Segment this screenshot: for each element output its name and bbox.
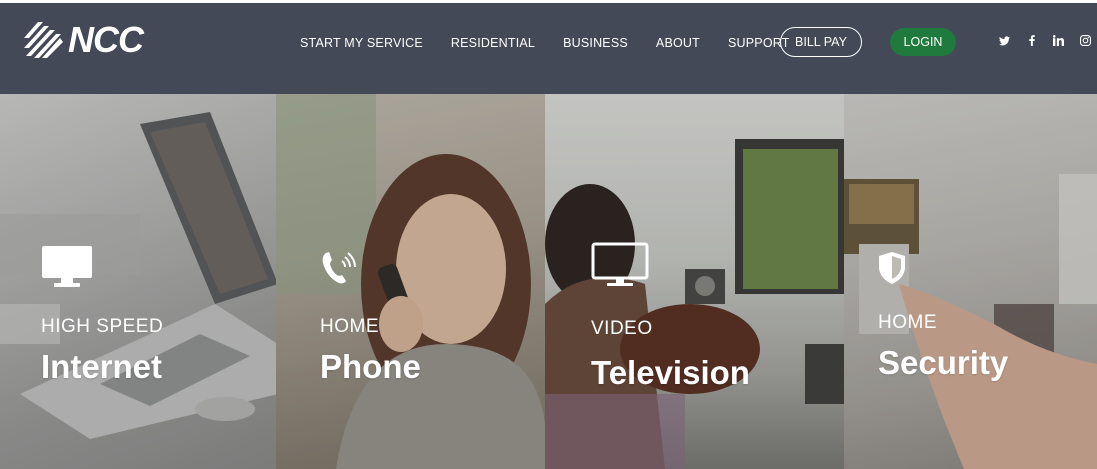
panel-title: Phone bbox=[320, 348, 421, 385]
nav-business[interactable]: BUSINESS bbox=[563, 36, 628, 50]
instagram-icon[interactable] bbox=[1079, 33, 1092, 48]
panel-shade bbox=[276, 94, 545, 469]
panel-title: Internet bbox=[41, 348, 163, 385]
nav-about[interactable]: ABOUT bbox=[656, 36, 700, 50]
logo[interactable]: NCC bbox=[22, 18, 144, 62]
panel-title: Security bbox=[878, 344, 1009, 381]
page: NCC START MY SERVICE RESIDENTIAL BUSINES… bbox=[0, 0, 1097, 469]
twitter-icon[interactable] bbox=[998, 33, 1011, 48]
site-header: NCC START MY SERVICE RESIDENTIAL BUSINES… bbox=[0, 0, 1097, 94]
panel-kicker: HIGH SPEED bbox=[41, 316, 164, 337]
linkedin-icon[interactable] bbox=[1052, 33, 1065, 48]
panel-phone[interactable]: HOME Phone bbox=[276, 94, 545, 469]
panel-kicker: HOME bbox=[878, 312, 937, 333]
phone-icon bbox=[322, 252, 356, 284]
panel-television[interactable]: VIDEO Television bbox=[545, 94, 844, 469]
facebook-icon[interactable] bbox=[1025, 33, 1038, 48]
ncc-striped-logo-icon bbox=[24, 22, 63, 58]
nav-residential[interactable]: RESIDENTIAL bbox=[451, 36, 535, 50]
panel-kicker: VIDEO bbox=[591, 318, 653, 339]
shield-icon bbox=[879, 252, 905, 284]
main-nav: START MY SERVICE RESIDENTIAL BUSINESS AB… bbox=[300, 31, 818, 55]
nav-start-my-service[interactable]: START MY SERVICE bbox=[300, 36, 423, 50]
bill-pay-button[interactable]: BILL PAY bbox=[780, 27, 862, 57]
panel-title: Television bbox=[591, 354, 750, 391]
monitor-icon bbox=[42, 246, 92, 287]
panel-internet[interactable]: HIGH SPEED Internet bbox=[0, 94, 276, 469]
panel-kicker: HOME bbox=[320, 316, 379, 337]
panel-shade bbox=[545, 94, 844, 469]
logo-text: NCC bbox=[68, 19, 144, 60]
social-links bbox=[998, 33, 1092, 48]
panel-security[interactable]: HOME Security bbox=[844, 94, 1097, 469]
service-panels: HIGH SPEED Internet HOME Phone VIDEO Tel… bbox=[0, 94, 1097, 469]
login-button[interactable]: LOGIN bbox=[890, 28, 956, 56]
tv-icon bbox=[591, 242, 649, 286]
